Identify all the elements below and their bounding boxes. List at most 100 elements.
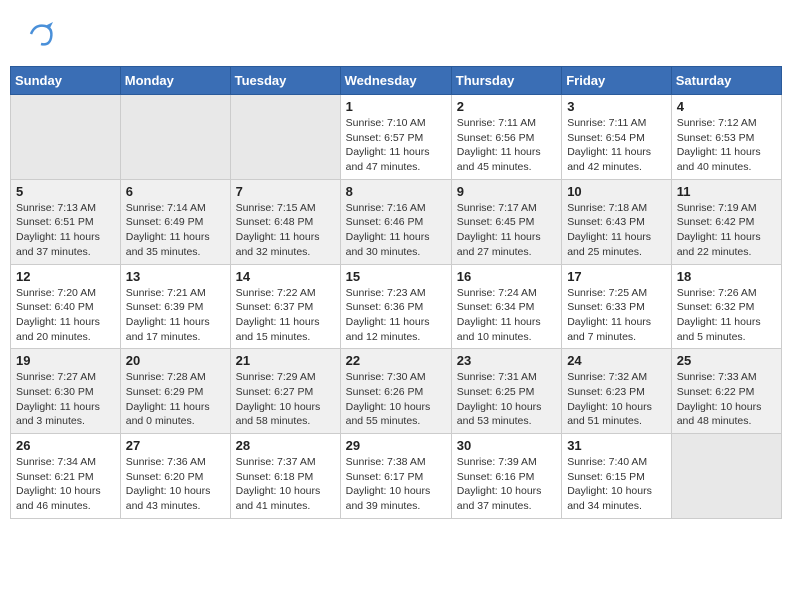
day-number: 24: [567, 353, 666, 368]
calendar-cell: 14Sunrise: 7:22 AM Sunset: 6:37 PM Dayli…: [230, 264, 340, 349]
day-info: Sunrise: 7:36 AM Sunset: 6:20 PM Dayligh…: [126, 455, 225, 514]
calendar-cell: 20 Sunrise: 7:28 AM Sunset: 6:29 PM Dayli…: [120, 349, 230, 434]
calendar-cell: 19Sunrise: 7:27 AM Sunset: 6:30 PM Dayli…: [11, 349, 121, 434]
day-number: 29: [346, 438, 446, 453]
weekday-header-friday: Friday: [562, 67, 672, 95]
calendar-cell: 21 Sunrise: 7:29 AM Sunset: 6:27 PM Dayli…: [230, 349, 340, 434]
day-number: 31: [567, 438, 666, 453]
calendar-cell: 28 Sunrise: 7:37 AM Sunset: 6:18 PM Dayli…: [230, 434, 340, 519]
day-info: Sunrise: 7:37 AM Sunset: 6:18 PM Dayligh…: [236, 455, 335, 514]
day-info: Sunrise: 7:33 AM Sunset: 6:22 PM Dayligh…: [677, 370, 776, 429]
day-info: Sunrise: 7:26 AM Sunset: 6:32 PM Dayligh…: [677, 286, 776, 345]
calendar-cell: 31 Sunrise: 7:40 AM Sunset: 6:15 PM Dayli…: [562, 434, 672, 519]
day-info: Sunrise: 7:32 AM Sunset: 6:23 PM Dayligh…: [567, 370, 666, 429]
day-info: Sunrise: 7:17 AM Sunset: 6:45 PM Dayligh…: [457, 201, 556, 260]
day-number: 23: [457, 353, 556, 368]
calendar-cell: 24 Sunrise: 7:32 AM Sunset: 6:23 PM Dayli…: [562, 349, 672, 434]
day-info: Sunrise: 7:21 AM Sunset: 6:39 PM Dayligh…: [126, 286, 225, 345]
weekday-header-wednesday: Wednesday: [340, 67, 451, 95]
day-info: Sunrise: 7:16 AM Sunset: 6:46 PM Dayligh…: [346, 201, 446, 260]
calendar-cell: 23 Sunrise: 7:31 AM Sunset: 6:25 PM Dayli…: [451, 349, 561, 434]
calendar-cell: 12Sunrise: 7:20 AM Sunset: 6:40 PM Dayli…: [11, 264, 121, 349]
calendar-cell: 3 Sunrise: 7:11 AM Sunset: 6:54 PM Daylig…: [562, 95, 672, 180]
day-info: Sunrise: 7:12 AM Sunset: 6:53 PM Dayligh…: [677, 116, 776, 175]
day-info: Sunrise: 7:25 AM Sunset: 6:33 PM Dayligh…: [567, 286, 666, 345]
day-number: 17: [567, 269, 666, 284]
calendar-cell: 27 Sunrise: 7:36 AM Sunset: 6:20 PM Dayli…: [120, 434, 230, 519]
day-number: 3: [567, 99, 666, 114]
day-number: 16: [457, 269, 556, 284]
calendar-cell: 11 Sunrise: 7:19 AM Sunset: 6:42 PM Dayli…: [671, 179, 781, 264]
calendar-cell: 4 Sunrise: 7:12 AM Sunset: 6:53 PM Daylig…: [671, 95, 781, 180]
calendar-table: SundayMondayTuesdayWednesdayThursdayFrid…: [10, 66, 782, 519]
day-info: Sunrise: 7:18 AM Sunset: 6:43 PM Dayligh…: [567, 201, 666, 260]
calendar-cell: 30 Sunrise: 7:39 AM Sunset: 6:16 PM Dayli…: [451, 434, 561, 519]
calendar-cell: 2Sunrise: 7:11 AM Sunset: 6:56 PM Daylig…: [451, 95, 561, 180]
day-number: 10: [567, 184, 666, 199]
day-number: 27: [126, 438, 225, 453]
day-info: Sunrise: 7:20 AM Sunset: 6:40 PM Dayligh…: [16, 286, 115, 345]
calendar-cell: 10 Sunrise: 7:18 AM Sunset: 6:43 PM Dayli…: [562, 179, 672, 264]
calendar-cell: [671, 434, 781, 519]
day-number: 20: [126, 353, 225, 368]
weekday-header-tuesday: Tuesday: [230, 67, 340, 95]
day-info: Sunrise: 7:29 AM Sunset: 6:27 PM Dayligh…: [236, 370, 335, 429]
day-number: 6: [126, 184, 225, 199]
day-info: Sunrise: 7:27 AM Sunset: 6:30 PM Dayligh…: [16, 370, 115, 429]
day-info: Sunrise: 7:13 AM Sunset: 6:51 PM Dayligh…: [16, 201, 115, 260]
calendar-cell: [120, 95, 230, 180]
day-info: Sunrise: 7:40 AM Sunset: 6:15 PM Dayligh…: [567, 455, 666, 514]
day-number: 7: [236, 184, 335, 199]
day-info: Sunrise: 7:39 AM Sunset: 6:16 PM Dayligh…: [457, 455, 556, 514]
weekday-header-sunday: Sunday: [11, 67, 121, 95]
day-info: Sunrise: 7:24 AM Sunset: 6:34 PM Dayligh…: [457, 286, 556, 345]
day-info: Sunrise: 7:22 AM Sunset: 6:37 PM Dayligh…: [236, 286, 335, 345]
day-number: 15: [346, 269, 446, 284]
weekday-header-monday: Monday: [120, 67, 230, 95]
day-number: 1: [346, 99, 446, 114]
calendar-cell: 22 Sunrise: 7:30 AM Sunset: 6:26 PM Dayli…: [340, 349, 451, 434]
day-info: Sunrise: 7:11 AM Sunset: 6:54 PM Dayligh…: [567, 116, 666, 175]
page-header: [10, 10, 782, 58]
day-number: 9: [457, 184, 556, 199]
day-info: Sunrise: 7:10 AM Sunset: 6:57 PM Dayligh…: [346, 116, 446, 175]
calendar-cell: 18 Sunrise: 7:26 AM Sunset: 6:32 PM Dayli…: [671, 264, 781, 349]
day-info: Sunrise: 7:11 AM Sunset: 6:56 PM Dayligh…: [457, 116, 556, 175]
day-number: 11: [677, 184, 776, 199]
day-number: 25: [677, 353, 776, 368]
calendar-cell: [11, 95, 121, 180]
calendar-cell: 7 Sunrise: 7:15 AM Sunset: 6:48 PM Daylig…: [230, 179, 340, 264]
logo: [25, 20, 55, 53]
calendar-header-row: SundayMondayTuesdayWednesdayThursdayFrid…: [11, 67, 782, 95]
calendar-cell: 17 Sunrise: 7:25 AM Sunset: 6:33 PM Dayli…: [562, 264, 672, 349]
calendar-cell: 29 Sunrise: 7:38 AM Sunset: 6:17 PM Dayli…: [340, 434, 451, 519]
day-number: 21: [236, 353, 335, 368]
logo-icon: [27, 20, 55, 48]
calendar-cell: 1 Sunrise: 7:10 AM Sunset: 6:57 PM Daylig…: [340, 95, 451, 180]
day-number: 4: [677, 99, 776, 114]
day-number: 13: [126, 269, 225, 284]
day-info: Sunrise: 7:15 AM Sunset: 6:48 PM Dayligh…: [236, 201, 335, 260]
calendar-cell: [230, 95, 340, 180]
calendar-cell: 13 Sunrise: 7:21 AM Sunset: 6:39 PM Dayli…: [120, 264, 230, 349]
calendar-cell: 5 Sunrise: 7:13 AM Sunset: 6:51 PM Daylig…: [11, 179, 121, 264]
day-info: Sunrise: 7:31 AM Sunset: 6:25 PM Dayligh…: [457, 370, 556, 429]
day-info: Sunrise: 7:34 AM Sunset: 6:21 PM Dayligh…: [16, 455, 115, 514]
calendar-cell: 26Sunrise: 7:34 AM Sunset: 6:21 PM Dayli…: [11, 434, 121, 519]
day-info: Sunrise: 7:19 AM Sunset: 6:42 PM Dayligh…: [677, 201, 776, 260]
day-number: 30: [457, 438, 556, 453]
calendar-cell: 9 Sunrise: 7:17 AM Sunset: 6:45 PM Daylig…: [451, 179, 561, 264]
day-info: Sunrise: 7:30 AM Sunset: 6:26 PM Dayligh…: [346, 370, 446, 429]
day-number: 5: [16, 184, 115, 199]
calendar-cell: 6 Sunrise: 7:14 AM Sunset: 6:49 PM Daylig…: [120, 179, 230, 264]
day-info: Sunrise: 7:38 AM Sunset: 6:17 PM Dayligh…: [346, 455, 446, 514]
day-number: 8: [346, 184, 446, 199]
weekday-header-saturday: Saturday: [671, 67, 781, 95]
day-number: 28: [236, 438, 335, 453]
day-number: 22: [346, 353, 446, 368]
day-number: 18: [677, 269, 776, 284]
day-info: Sunrise: 7:28 AM Sunset: 6:29 PM Dayligh…: [126, 370, 225, 429]
day-info: Sunrise: 7:23 AM Sunset: 6:36 PM Dayligh…: [346, 286, 446, 345]
day-info: Sunrise: 7:14 AM Sunset: 6:49 PM Dayligh…: [126, 201, 225, 260]
calendar-cell: 8 Sunrise: 7:16 AM Sunset: 6:46 PM Daylig…: [340, 179, 451, 264]
